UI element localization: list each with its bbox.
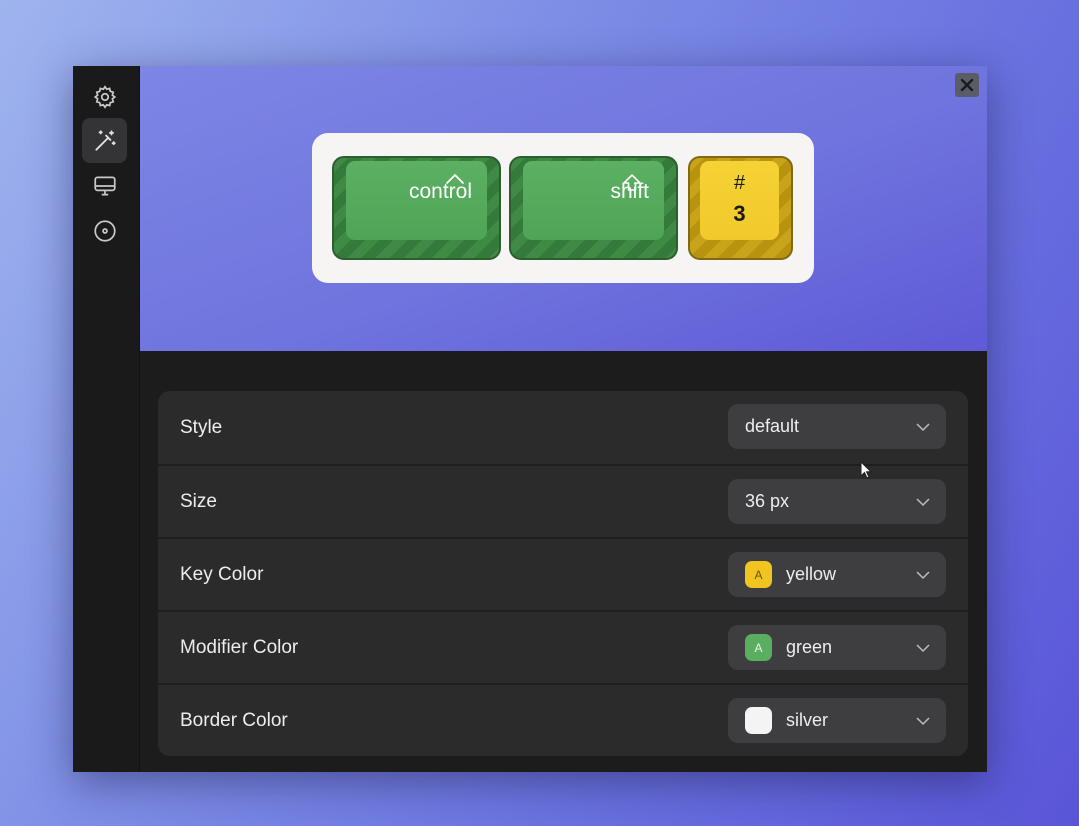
chevron-down-icon — [916, 717, 930, 726]
select-value: green — [786, 637, 833, 657]
settings-panel: Style default Size 36 px Key Color A yel… — [158, 391, 968, 756]
chevron-down-icon — [916, 644, 930, 653]
key-color-select[interactable]: A yellow — [728, 552, 946, 597]
key-cap: # 3 — [700, 161, 779, 240]
keys-preview-card: control shift # 3 — [312, 133, 814, 283]
key-cap: control — [346, 161, 487, 240]
chevron-down-icon — [916, 571, 930, 580]
key-shift-symbol: # — [733, 172, 746, 194]
setting-label: Border Color — [180, 709, 288, 731]
setting-label: Size — [180, 490, 217, 512]
chevron-down-icon — [916, 498, 930, 507]
key-cap: shift — [523, 161, 664, 240]
sidebar-item-about[interactable] — [82, 208, 127, 253]
close-button[interactable] — [955, 73, 979, 97]
sidebar — [73, 66, 140, 772]
sidebar-item-general[interactable] — [82, 74, 127, 119]
setting-label: Style — [180, 416, 223, 438]
mouse-cursor-icon — [860, 461, 872, 479]
color-swatch: A — [745, 634, 772, 661]
modifier-color-select[interactable]: A green — [728, 625, 946, 670]
setting-row-key-color: Key Color A yellow — [158, 537, 968, 610]
select-value: silver — [786, 710, 829, 730]
select-value: yellow — [786, 564, 837, 584]
sidebar-item-display[interactable] — [82, 163, 127, 208]
sidebar-item-appearance[interactable] — [82, 118, 127, 163]
size-select[interactable]: 36 px — [728, 479, 946, 524]
key-shift: shift — [509, 156, 678, 260]
gear-icon — [93, 84, 116, 109]
key-control: control — [332, 156, 501, 260]
key-preview-area: control shift # 3 — [140, 66, 987, 351]
setting-row-style: Style default — [158, 391, 968, 464]
setting-row-size: Size 36 px — [158, 464, 968, 537]
setting-label: Key Color — [180, 563, 264, 585]
style-select[interactable]: default — [728, 404, 946, 449]
border-color-select[interactable]: silver — [728, 698, 946, 743]
color-swatch — [745, 707, 772, 734]
select-value: default — [745, 416, 800, 436]
setting-row-modifier-color: Modifier Color A green — [158, 610, 968, 683]
chevron-down-icon — [916, 423, 930, 432]
color-swatch: A — [745, 561, 772, 588]
setting-label: Modifier Color — [180, 636, 299, 658]
key-main-symbol: 3 — [733, 201, 746, 226]
magic-wand-icon — [94, 129, 116, 151]
keyviz-window: control shift # 3 Style default Size 36 … — [73, 66, 987, 772]
key-3: # 3 — [688, 156, 793, 260]
monitor-icon — [93, 175, 116, 196]
key-label: control — [408, 180, 472, 203]
disc-icon — [93, 219, 116, 242]
key-label: shift — [610, 180, 649, 203]
setting-row-border-color: Border Color silver — [158, 683, 968, 756]
select-value: 36 px — [745, 491, 790, 511]
close-icon — [960, 78, 974, 92]
